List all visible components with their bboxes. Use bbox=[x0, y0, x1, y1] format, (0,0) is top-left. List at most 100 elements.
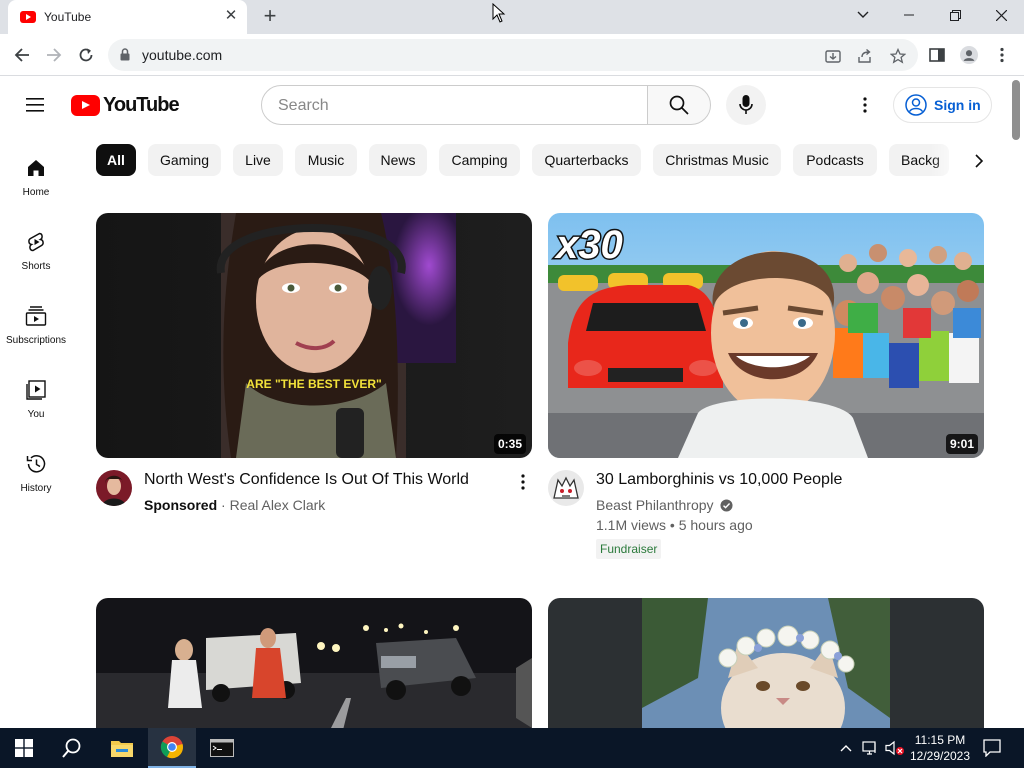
video-stats: 1.1M views • 5 hours ago bbox=[596, 517, 753, 533]
sidebar-item-home[interactable]: Home bbox=[0, 152, 72, 212]
microphone-icon bbox=[739, 95, 753, 114]
thumbnail-caption: ARE "THE BEST EVER" bbox=[246, 377, 381, 391]
settings-more-button[interactable] bbox=[853, 93, 877, 117]
video-thumbnail[interactable] bbox=[96, 598, 532, 738]
bookmark-star-icon[interactable] bbox=[889, 47, 907, 65]
windows-taskbar: 11:15 PM 12/29/2023 bbox=[0, 728, 1024, 768]
chip-camping[interactable]: Camping bbox=[439, 144, 520, 176]
browser-menu-icon[interactable] bbox=[993, 46, 1011, 64]
sidebar-item-label: Subscriptions bbox=[5, 335, 67, 346]
url-text: youtube.com bbox=[142, 47, 223, 63]
lock-icon[interactable] bbox=[120, 48, 130, 61]
speaker-muted-icon bbox=[885, 740, 904, 756]
volume-button[interactable] bbox=[884, 728, 906, 768]
shorts-icon bbox=[24, 230, 48, 254]
voice-search-button[interactable] bbox=[726, 85, 766, 125]
verified-check-icon bbox=[720, 499, 733, 512]
video-title[interactable]: 30 Lamborghinis vs 10,000 People bbox=[596, 471, 842, 489]
sidebar-item-subscriptions[interactable]: Subscriptions bbox=[0, 300, 72, 360]
mouse-cursor-icon bbox=[492, 3, 506, 23]
network-icon bbox=[862, 741, 876, 755]
video-thumbnail[interactable] bbox=[548, 598, 984, 738]
restore-button[interactable] bbox=[932, 0, 978, 30]
tab-close-icon[interactable]: ✕ bbox=[222, 7, 240, 25]
chip-christmas-music[interactable]: Christmas Music bbox=[653, 144, 781, 176]
sign-in-button[interactable]: Sign in bbox=[893, 87, 992, 123]
new-tab-button[interactable]: + bbox=[258, 4, 282, 28]
channel-avatar[interactable] bbox=[548, 470, 584, 506]
youtube-play-logo-icon bbox=[71, 94, 100, 116]
guide-menu-button[interactable] bbox=[24, 94, 48, 116]
reload-button[interactable] bbox=[73, 42, 99, 68]
taskbar-terminal[interactable] bbox=[198, 728, 246, 768]
search-button[interactable] bbox=[647, 85, 711, 125]
thumbnail-image bbox=[548, 598, 984, 738]
browser-titlebar: YouTube ✕ + bbox=[0, 0, 1024, 34]
video-meta: Beast Philanthropy bbox=[596, 497, 733, 513]
show-hidden-icons-button[interactable] bbox=[836, 728, 856, 768]
forward-button[interactable] bbox=[41, 42, 67, 68]
clock-time: 11:15 PM bbox=[914, 733, 966, 747]
youtube-logo[interactable]: YouTube bbox=[71, 93, 180, 116]
start-button[interactable] bbox=[0, 728, 48, 768]
chip-all[interactable]: All bbox=[96, 144, 136, 176]
share-icon[interactable] bbox=[856, 47, 874, 65]
browser-tab-youtube[interactable]: YouTube ✕ bbox=[8, 0, 247, 34]
install-app-icon[interactable] bbox=[824, 47, 842, 65]
search-input[interactable] bbox=[278, 95, 638, 117]
video-title[interactable]: North West's Confidence Is Out Of This W… bbox=[144, 471, 469, 489]
sidebar-item-shorts[interactable]: Shorts bbox=[0, 226, 72, 286]
search-box[interactable] bbox=[261, 85, 648, 125]
profile-avatar-icon[interactable] bbox=[960, 46, 978, 64]
sponsored-label: Sponsored bbox=[144, 497, 218, 513]
tab-search-chevron-icon[interactable] bbox=[840, 0, 886, 30]
subscriptions-icon bbox=[24, 304, 48, 328]
notification-icon bbox=[983, 739, 1001, 757]
search-icon bbox=[62, 738, 81, 758]
taskbar-chrome[interactable] bbox=[148, 728, 196, 768]
chip-gaming[interactable]: Gaming bbox=[148, 144, 221, 176]
network-status-button[interactable] bbox=[860, 728, 882, 768]
video-duration: 9:01 bbox=[945, 434, 978, 454]
channel-name[interactable]: Real Alex Clark bbox=[230, 497, 326, 513]
sidebar-item-history[interactable]: History bbox=[0, 448, 72, 508]
video-thumbnail[interactable]: x30 9:01 bbox=[548, 213, 984, 458]
video-duration: 0:35 bbox=[493, 434, 526, 454]
logo-text: YouTube bbox=[103, 93, 180, 116]
hamburger-icon bbox=[26, 98, 44, 112]
taskbar-clock[interactable]: 11:15 PM 12/29/2023 bbox=[908, 732, 972, 764]
taskbar-search-button[interactable] bbox=[48, 728, 96, 768]
chevron-up-icon bbox=[840, 745, 852, 752]
minimize-button[interactable] bbox=[886, 0, 932, 30]
taskbar-file-explorer[interactable] bbox=[98, 728, 146, 768]
sidebar-item-label: History bbox=[20, 483, 52, 494]
video-action-menu-button[interactable] bbox=[513, 470, 533, 494]
you-library-icon bbox=[24, 378, 48, 402]
chip-news[interactable]: News bbox=[369, 144, 427, 176]
action-center-button[interactable] bbox=[980, 728, 1004, 768]
channel-avatar[interactable] bbox=[96, 470, 132, 506]
chip-live[interactable]: Live bbox=[233, 144, 283, 176]
video-thumbnail[interactable]: ARE "THE BEST EVER" 0:35 bbox=[96, 213, 532, 458]
more-vert-icon bbox=[521, 474, 525, 490]
chip-podcasts[interactable]: Podcasts bbox=[793, 144, 877, 176]
chip-quarterbacks[interactable]: Quarterbacks bbox=[532, 144, 641, 176]
browser-toolbar: youtube.com bbox=[0, 34, 1024, 76]
chip-music[interactable]: Music bbox=[295, 144, 357, 176]
chip-next-button[interactable] bbox=[966, 148, 992, 174]
address-bar[interactable]: youtube.com bbox=[108, 39, 918, 71]
chip-fade-overlay bbox=[930, 144, 970, 176]
close-window-button[interactable] bbox=[978, 0, 1024, 30]
search-icon bbox=[669, 95, 689, 115]
sidebar-item-you[interactable]: You bbox=[0, 374, 72, 434]
view-count: 1.1M views bbox=[596, 517, 667, 533]
side-panel-icon[interactable] bbox=[928, 46, 946, 64]
clock-date: 12/29/2023 bbox=[909, 749, 971, 763]
thumbnail-image: x30 bbox=[548, 213, 984, 458]
folder-icon bbox=[111, 741, 133, 757]
channel-avatar-image bbox=[548, 470, 584, 506]
page-scrollbar[interactable] bbox=[1012, 80, 1020, 140]
tab-title: YouTube bbox=[44, 10, 92, 24]
channel-name[interactable]: Beast Philanthropy bbox=[596, 497, 714, 513]
back-button[interactable] bbox=[9, 42, 35, 68]
